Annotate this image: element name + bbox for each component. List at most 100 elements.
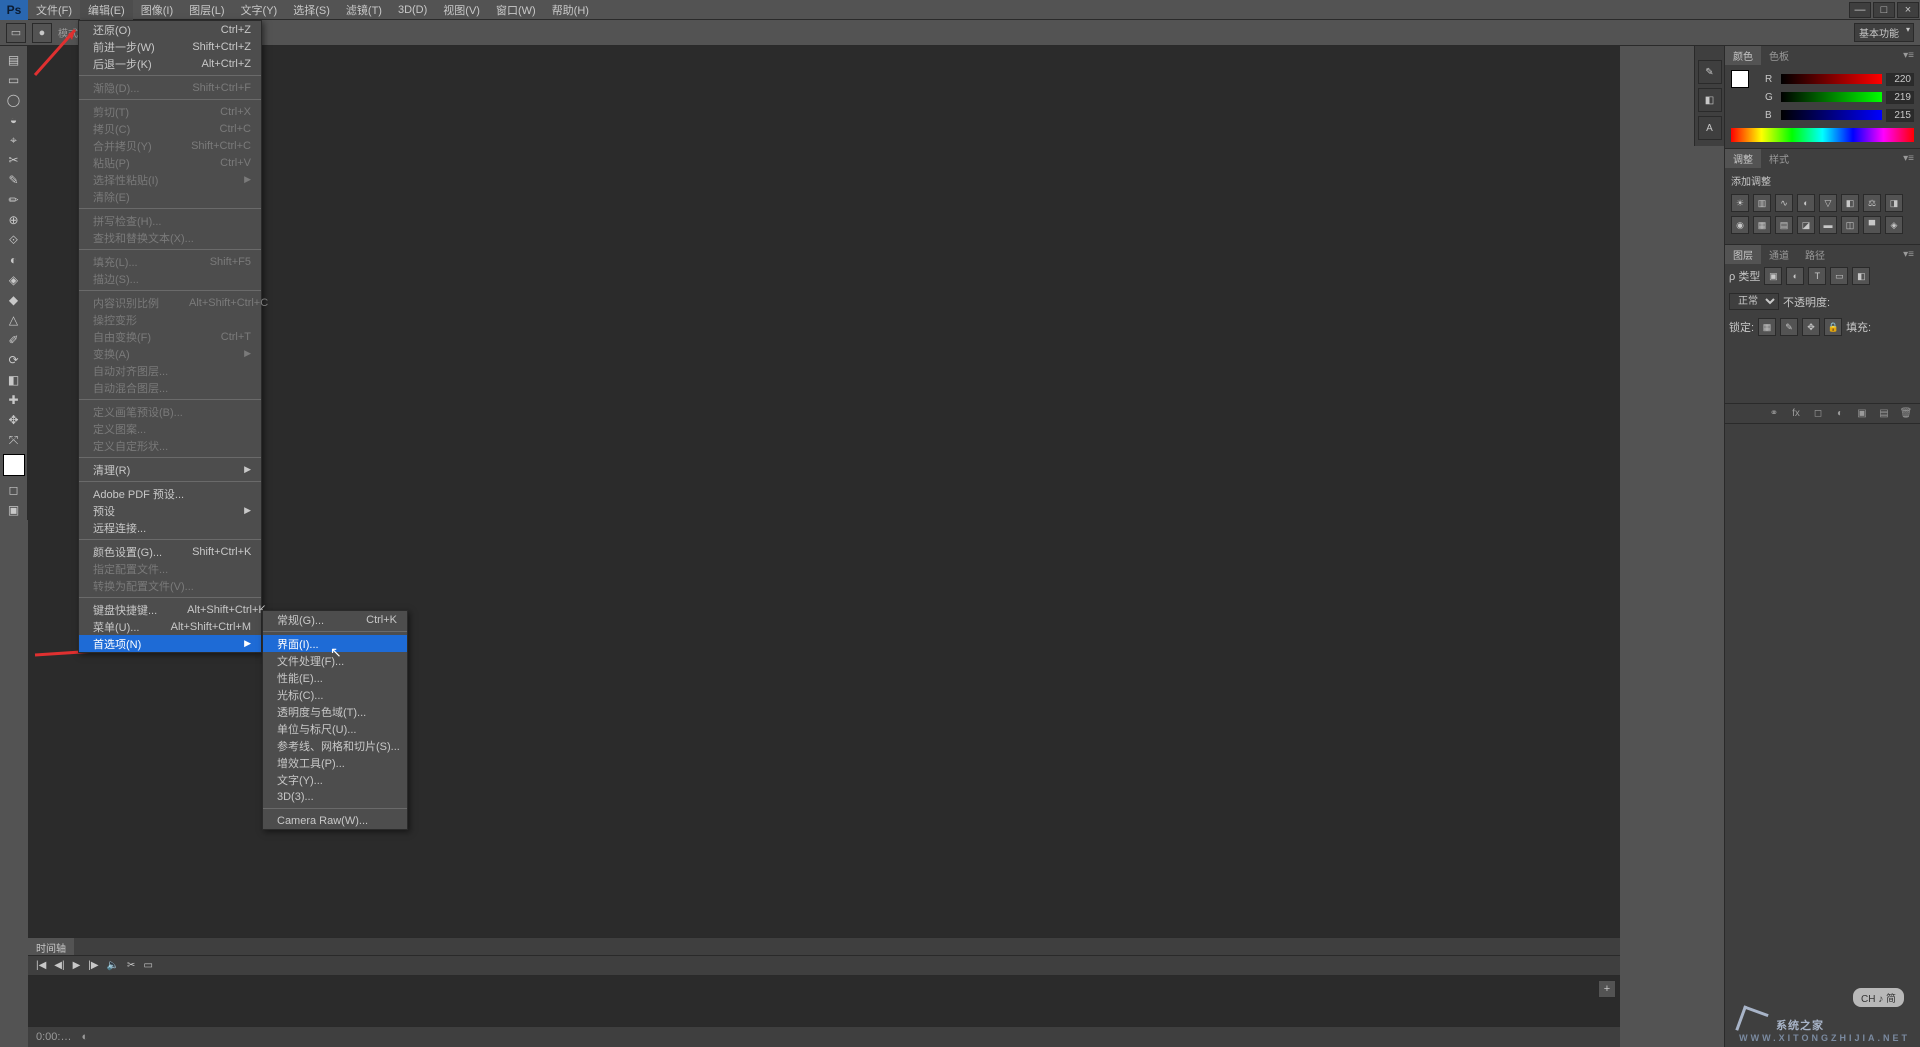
lock-move-icon[interactable]: ✥: [1802, 318, 1820, 336]
new-fill-icon[interactable]: ◐: [1832, 406, 1848, 422]
path-select-tool[interactable]: ◧: [2, 370, 26, 390]
first-frame-icon[interactable]: |◀: [36, 960, 46, 971]
link-layers-icon[interactable]: ⚭: [1766, 406, 1782, 422]
lock-paint-icon[interactable]: ✎: [1780, 318, 1798, 336]
menu-item[interactable]: 增效工具(P)...: [263, 754, 407, 771]
tool-preset-icon[interactable]: ▭: [6, 23, 26, 43]
heal-tool[interactable]: ✎: [2, 170, 26, 190]
history-brush-tool[interactable]: ⟐: [2, 230, 26, 250]
cut-icon[interactable]: ✂: [127, 960, 135, 971]
play-icon[interactable]: ▶: [73, 960, 81, 971]
lasso-tool[interactable]: ◯: [2, 90, 26, 110]
adj-vibrance-icon[interactable]: ▽: [1819, 194, 1837, 212]
dock-character-icon[interactable]: A: [1698, 116, 1722, 140]
timeline-track[interactable]: +: [28, 976, 1620, 1026]
dock-properties-icon[interactable]: ◧: [1698, 88, 1722, 112]
tab-styles[interactable]: 样式: [1761, 149, 1797, 168]
menu-item[interactable]: 前进一步(W)Shift+Ctrl+Z: [79, 38, 261, 55]
delete-layer-icon[interactable]: 🗑: [1898, 406, 1914, 422]
menu-item[interactable]: 颜色设置(G)...Shift+Ctrl+K: [79, 543, 261, 560]
adj-gradient-icon[interactable]: ▀: [1863, 216, 1881, 234]
workspace-select[interactable]: 基本功能: [1854, 23, 1914, 42]
brush-tool[interactable]: ✏: [2, 190, 26, 210]
menu-item[interactable]: Camera Raw(W)...: [263, 812, 407, 829]
r-value[interactable]: 220: [1886, 73, 1914, 86]
menu-type[interactable]: 文字(Y): [233, 0, 286, 20]
dock-history-icon[interactable]: ✎: [1698, 60, 1722, 84]
new-group-icon[interactable]: ▣: [1854, 406, 1870, 422]
type-tool[interactable]: ⟳: [2, 350, 26, 370]
color-ramp[interactable]: [1731, 128, 1914, 142]
filter-adjust-icon[interactable]: ◐: [1786, 267, 1804, 285]
adj-exposure-icon[interactable]: ◐: [1797, 194, 1815, 212]
r-slider[interactable]: [1781, 74, 1882, 84]
menu-item[interactable]: 预设▶: [79, 502, 261, 519]
minimize-button[interactable]: —: [1849, 2, 1871, 18]
tab-paths[interactable]: 路径: [1797, 245, 1833, 264]
b-slider[interactable]: [1781, 110, 1882, 120]
shape-tool[interactable]: ✚: [2, 390, 26, 410]
tab-swatches[interactable]: 色板: [1761, 46, 1797, 65]
menu-image[interactable]: 图像(I): [133, 0, 181, 20]
menu-item[interactable]: 首选项(N)▶: [79, 635, 261, 652]
brush-icon[interactable]: ●: [32, 23, 52, 43]
add-media-button[interactable]: +: [1598, 980, 1616, 998]
fg-bg-swatch[interactable]: [1731, 70, 1757, 96]
transition-icon[interactable]: ▭: [143, 960, 152, 971]
menu-select[interactable]: 选择(S): [285, 0, 338, 20]
menu-item[interactable]: 文字(Y)...: [263, 771, 407, 788]
menu-edit[interactable]: 编辑(E): [80, 0, 133, 20]
adj-mixer-icon[interactable]: ▦: [1753, 216, 1771, 234]
pen-tool[interactable]: ✐: [2, 330, 26, 350]
lock-transparent-icon[interactable]: ▦: [1758, 318, 1776, 336]
adj-selective-icon[interactable]: ◈: [1885, 216, 1903, 234]
filter-type-icon[interactable]: T: [1808, 267, 1826, 285]
g-slider[interactable]: [1781, 92, 1882, 102]
filter-smart-icon[interactable]: ◧: [1852, 267, 1870, 285]
panel-menu-icon[interactable]: ▾≡: [1897, 153, 1920, 164]
menu-item[interactable]: 单位与标尺(U)...: [263, 720, 407, 737]
menu-item[interactable]: 菜单(U)...Alt+Shift+Ctrl+M: [79, 618, 261, 635]
menu-item[interactable]: 后退一步(K)Alt+Ctrl+Z: [79, 55, 261, 72]
adj-bw-icon[interactable]: ◨: [1885, 194, 1903, 212]
g-value[interactable]: 219: [1886, 91, 1914, 104]
tab-color[interactable]: 颜色: [1725, 46, 1761, 65]
screenmode-tool[interactable]: ▣: [2, 500, 26, 520]
gradient-tool[interactable]: ◈: [2, 270, 26, 290]
panel-menu-icon[interactable]: ▾≡: [1897, 249, 1920, 260]
menu-window[interactable]: 窗口(W): [488, 0, 544, 20]
menu-item[interactable]: 常规(G)...Ctrl+K: [263, 611, 407, 628]
maximize-button[interactable]: □: [1873, 2, 1895, 18]
menu-filter[interactable]: 滤镜(T): [338, 0, 390, 20]
eyedropper-tool[interactable]: ✂: [2, 150, 26, 170]
layer-mask-icon[interactable]: ◻: [1810, 406, 1826, 422]
crop-tool[interactable]: ⌖: [2, 130, 26, 150]
adj-threshold-icon[interactable]: ◫: [1841, 216, 1859, 234]
menu-item[interactable]: 透明度与色域(T)...: [263, 703, 407, 720]
adj-lookup-icon[interactable]: ▤: [1775, 216, 1793, 234]
menu-item[interactable]: 界面(I)...: [263, 635, 407, 652]
adj-brightness-icon[interactable]: ☀: [1731, 194, 1749, 212]
hand-tool[interactable]: ✥: [2, 410, 26, 430]
adj-balance-icon[interactable]: ⚖: [1863, 194, 1881, 212]
canvas[interactable]: [28, 46, 1620, 1047]
adj-poster-icon[interactable]: ▬: [1819, 216, 1837, 234]
adj-hue-icon[interactable]: ◧: [1841, 194, 1859, 212]
menu-help[interactable]: 帮助(H): [544, 0, 597, 20]
tab-layers[interactable]: 图层: [1725, 245, 1761, 264]
filter-shape-icon[interactable]: ▭: [1830, 267, 1848, 285]
dodge-tool[interactable]: △: [2, 310, 26, 330]
menu-item[interactable]: 清理(R)▶: [79, 461, 261, 478]
adj-levels-icon[interactable]: ▥: [1753, 194, 1771, 212]
prev-frame-icon[interactable]: ◀|: [54, 960, 64, 971]
zoom-tool[interactable]: ⤧: [2, 430, 26, 450]
audio-icon[interactable]: 🔈: [107, 960, 119, 971]
blur-tool[interactable]: ◆: [2, 290, 26, 310]
menu-item[interactable]: 文件处理(F)...: [263, 652, 407, 669]
new-layer-icon[interactable]: ▤: [1876, 406, 1892, 422]
adj-curves-icon[interactable]: ∿: [1775, 194, 1793, 212]
quickmask-tool[interactable]: ◻: [2, 480, 26, 500]
panel-menu-icon[interactable]: ▾≡: [1897, 50, 1920, 61]
menu-item[interactable]: Adobe PDF 预设...: [79, 485, 261, 502]
marquee-tool[interactable]: ▭: [2, 70, 26, 90]
